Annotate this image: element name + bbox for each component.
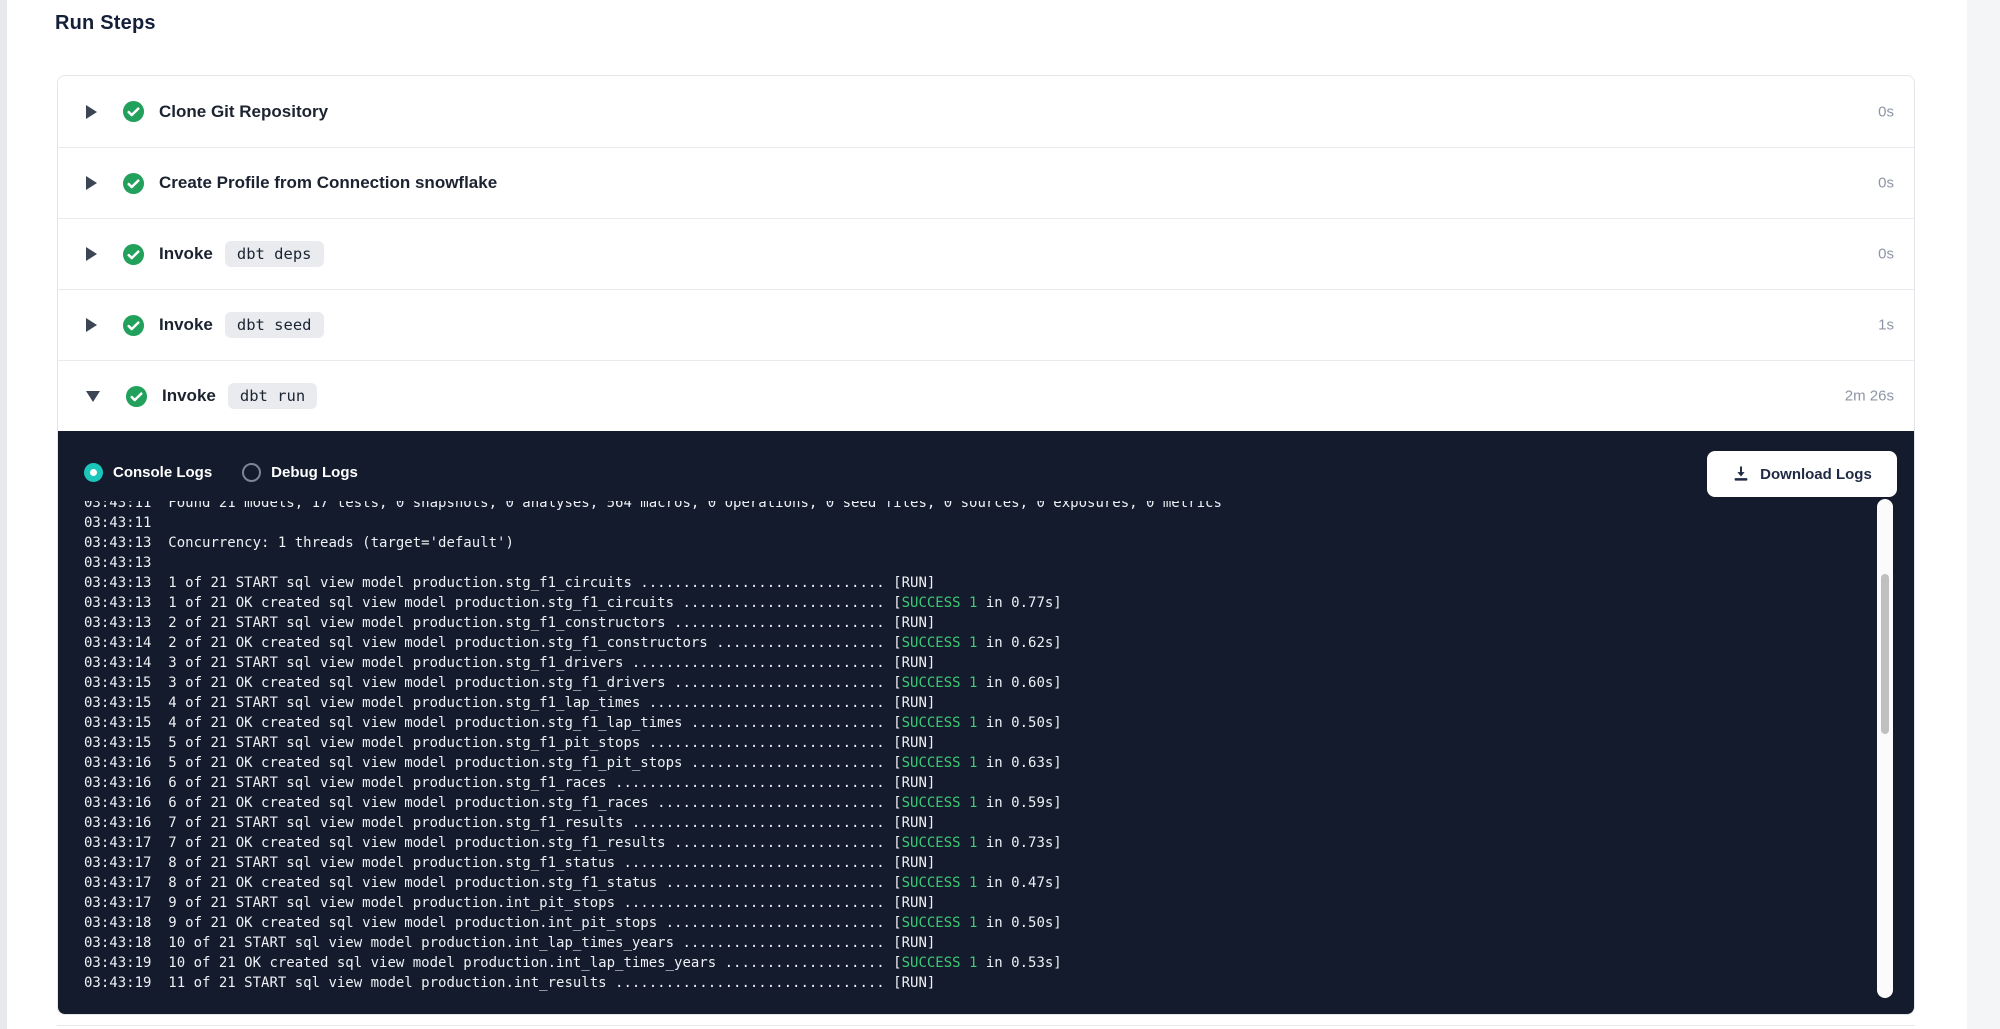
log-timestamp: 03:43:13 bbox=[84, 595, 151, 611]
log-line: 03:43:18 9 of 21 OK created sql view mod… bbox=[84, 913, 1860, 933]
chevron-right-icon[interactable] bbox=[86, 176, 97, 190]
log-timestamp: 03:43:19 bbox=[84, 955, 151, 971]
log-line: 03:43:19 11 of 21 START sql view model p… bbox=[84, 973, 1860, 993]
step-label: Clone Git Repository bbox=[159, 102, 328, 122]
chevron-right-icon[interactable] bbox=[86, 105, 97, 119]
log-line: 03:43:13 1 of 21 OK created sql view mod… bbox=[84, 593, 1860, 613]
log-line: 03:43:15 5 of 21 START sql view model pr… bbox=[84, 733, 1860, 753]
log-timestamp: 03:43:15 bbox=[84, 675, 151, 691]
step-duration: 0s bbox=[1878, 246, 1894, 263]
success-check-icon bbox=[122, 243, 145, 266]
download-icon bbox=[1732, 465, 1750, 483]
download-logs-label: Download Logs bbox=[1760, 466, 1872, 483]
right-gutter bbox=[1967, 0, 2000, 1029]
step-row-clone-git-repository[interactable]: Clone Git Repository 0s bbox=[58, 76, 1914, 147]
log-timestamp: 03:43:16 bbox=[84, 775, 151, 791]
log-timestamp: 03:43:13 bbox=[84, 615, 151, 631]
log-timestamp: 03:43:14 bbox=[84, 635, 151, 651]
step-duration: 0s bbox=[1878, 175, 1894, 192]
log-timestamp: 03:43:16 bbox=[84, 795, 151, 811]
log-line: 03:43:15 3 of 21 OK created sql view mod… bbox=[84, 673, 1860, 693]
log-timestamp: 03:43:15 bbox=[84, 715, 151, 731]
step-row-dbt-deps[interactable]: Invoke dbt deps 0s bbox=[58, 218, 1914, 289]
log-timestamp: 03:43:17 bbox=[84, 855, 151, 871]
step-row-dbt-run[interactable]: Invoke dbt run 2m 26s bbox=[58, 360, 1914, 431]
step-duration: 0s bbox=[1878, 103, 1894, 120]
step-label: Invoke bbox=[159, 315, 213, 335]
console-logs-label[interactable]: Console Logs bbox=[113, 464, 212, 481]
log-line: 03:43:15 4 of 21 START sql view model pr… bbox=[84, 693, 1860, 713]
log-timestamp: 03:43:16 bbox=[84, 755, 151, 771]
log-line: 03:43:19 10 of 21 OK created sql view mo… bbox=[84, 953, 1860, 973]
log-line: 03:43:16 5 of 21 OK created sql view mod… bbox=[84, 753, 1860, 773]
log-scrollbar-thumb[interactable] bbox=[1881, 574, 1889, 734]
debug-logs-label[interactable]: Debug Logs bbox=[271, 464, 358, 481]
log-line: 03:43:11 Found 21 models, 17 tests, 0 sn… bbox=[84, 501, 1860, 513]
log-line: 03:43:14 3 of 21 START sql view model pr… bbox=[84, 653, 1860, 673]
log-line: 03:43:18 10 of 21 START sql view model p… bbox=[84, 933, 1860, 953]
log-timestamp: 03:43:11 bbox=[84, 501, 151, 511]
log-scrollbar-track[interactable] bbox=[1877, 499, 1893, 998]
log-timestamp: 03:43:15 bbox=[84, 695, 151, 711]
log-timestamp: 03:43:15 bbox=[84, 735, 151, 751]
chevron-down-icon[interactable] bbox=[86, 391, 100, 402]
log-timestamp: 03:43:13 bbox=[84, 555, 151, 571]
log-line: 03:43:16 6 of 21 START sql view model pr… bbox=[84, 773, 1860, 793]
log-timestamp: 03:43:14 bbox=[84, 655, 151, 671]
success-check-icon bbox=[125, 385, 148, 408]
run-steps-card: Clone Git Repository0sCreate Profile fro… bbox=[57, 75, 1915, 1015]
console-logs-radio[interactable] bbox=[84, 463, 103, 482]
log-line: 03:43:13 2 of 21 START sql view model pr… bbox=[84, 613, 1860, 633]
log-line: 03:43:13 Concurrency: 1 threads (target=… bbox=[84, 533, 1860, 553]
log-timestamp: 03:43:17 bbox=[84, 895, 151, 911]
log-line: 03:43:16 6 of 21 OK created sql view mod… bbox=[84, 793, 1860, 813]
log-lines: 03:43:11 Found 21 models, 17 tests, 0 sn… bbox=[84, 501, 1860, 993]
log-line: 03:43:11 bbox=[84, 513, 1860, 533]
log-line: 03:43:14 2 of 21 OK created sql view mod… bbox=[84, 633, 1860, 653]
step-command-badge: dbt run bbox=[228, 383, 317, 409]
log-line: 03:43:15 4 of 21 OK created sql view mod… bbox=[84, 713, 1860, 733]
log-line: 03:43:17 8 of 21 OK created sql view mod… bbox=[84, 873, 1860, 893]
success-check-icon bbox=[122, 172, 145, 195]
log-line: 03:43:17 9 of 21 START sql view model pr… bbox=[84, 893, 1860, 913]
page-title: Run Steps bbox=[55, 12, 156, 35]
log-line: 03:43:13 1 of 21 START sql view model pr… bbox=[84, 573, 1860, 593]
log-line: 03:43:16 7 of 21 START sql view model pr… bbox=[84, 813, 1860, 833]
log-tabs: Console Logs Debug Logs bbox=[84, 463, 358, 482]
download-logs-button[interactable]: Download Logs bbox=[1707, 451, 1897, 497]
log-timestamp: 03:43:11 bbox=[84, 515, 151, 531]
step-duration: 1s bbox=[1878, 317, 1894, 334]
success-check-icon bbox=[122, 100, 145, 123]
step-command-badge: dbt deps bbox=[225, 241, 324, 267]
log-line: 03:43:13 bbox=[84, 553, 1860, 573]
step-label: Invoke bbox=[162, 386, 216, 406]
chevron-right-icon[interactable] bbox=[86, 318, 97, 332]
step-duration: 2m 26s bbox=[1845, 388, 1894, 405]
log-timestamp: 03:43:16 bbox=[84, 815, 151, 831]
step-label: Invoke bbox=[159, 244, 213, 264]
log-line: 03:43:17 7 of 21 OK created sql view mod… bbox=[84, 833, 1860, 853]
step-rows: Clone Git Repository0sCreate Profile fro… bbox=[58, 76, 1914, 431]
log-timestamp: 03:43:18 bbox=[84, 935, 151, 951]
console-log-output[interactable]: 03:43:11 Found 21 models, 17 tests, 0 sn… bbox=[84, 501, 1860, 1015]
log-panel: Console Logs Debug Logs Download Logs 03… bbox=[58, 431, 1914, 1015]
log-timestamp: 03:43:18 bbox=[84, 915, 151, 931]
log-timestamp: 03:43:13 bbox=[84, 575, 151, 591]
step-command-badge: dbt seed bbox=[225, 312, 324, 338]
step-row-create-profile-from-connection-snowflake[interactable]: Create Profile from Connection snowflake… bbox=[58, 147, 1914, 218]
left-gutter bbox=[0, 0, 7, 1029]
section-divider bbox=[57, 1025, 1915, 1026]
success-check-icon bbox=[122, 314, 145, 337]
log-timestamp: 03:43:17 bbox=[84, 875, 151, 891]
step-label: Create Profile from Connection snowflake bbox=[159, 173, 497, 193]
log-timestamp: 03:43:19 bbox=[84, 975, 151, 991]
log-timestamp: 03:43:13 bbox=[84, 535, 151, 551]
log-timestamp: 03:43:17 bbox=[84, 835, 151, 851]
step-row-dbt-seed[interactable]: Invoke dbt seed 1s bbox=[58, 289, 1914, 360]
debug-logs-radio[interactable] bbox=[242, 463, 261, 482]
chevron-right-icon[interactable] bbox=[86, 247, 97, 261]
log-line: 03:43:17 8 of 21 START sql view model pr… bbox=[84, 853, 1860, 873]
